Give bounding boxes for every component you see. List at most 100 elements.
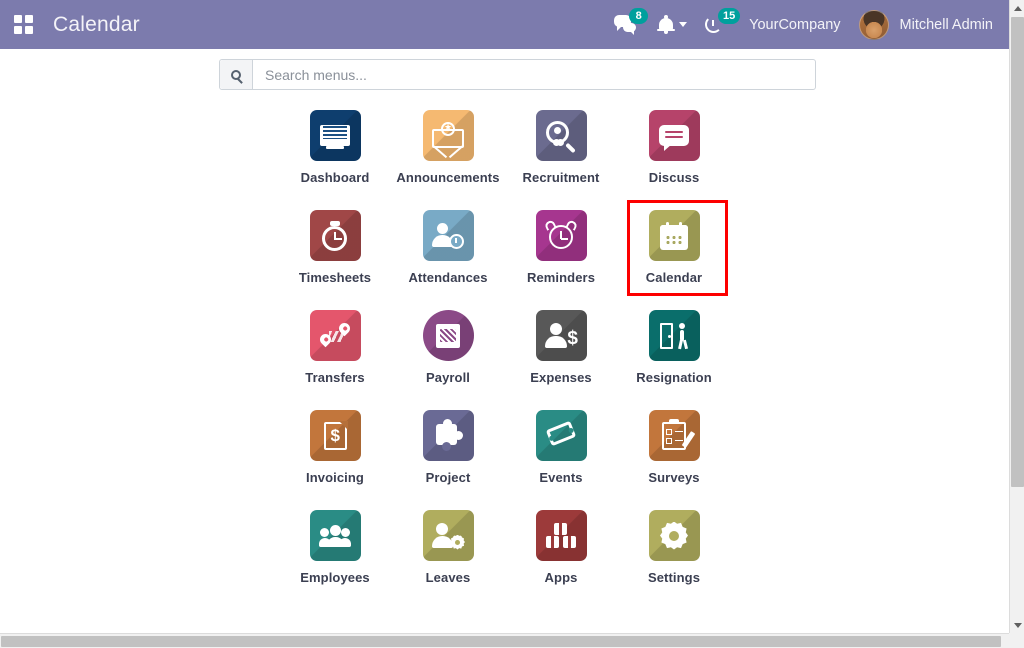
- vertical-scrollbar-thumb[interactable]: [1011, 17, 1024, 487]
- avatar: [858, 9, 889, 40]
- app-row: $ Invoicing Project Events Surveys: [0, 404, 1009, 485]
- people-group-icon: [319, 524, 351, 547]
- app-label: Calendar: [645, 270, 703, 285]
- app-tile-announcements[interactable]: Announcements: [392, 104, 505, 185]
- app-icon-background: [309, 310, 361, 361]
- envelope-medal-icon: [432, 121, 464, 158]
- app-icon-background: [648, 210, 700, 261]
- app-icon-background: [422, 410, 474, 461]
- person-clock-icon: [432, 222, 464, 249]
- app-tile-calendar[interactable]: Calendar: [618, 200, 731, 296]
- map-pins-icon: [317, 320, 353, 349]
- app-tile-attendances[interactable]: Attendances: [392, 204, 505, 285]
- notifications-menu[interactable]: [649, 0, 696, 49]
- odoo-app-launcher-window: Calendar 8 15 YourCompany Mitchell Admin…: [0, 0, 1024, 648]
- app-tile-invoicing[interactable]: $ Invoicing: [279, 404, 392, 485]
- app-icon-background: [535, 410, 587, 461]
- app-tile-resignation[interactable]: Resignation: [618, 304, 731, 385]
- app-tile-payroll[interactable]: Payroll: [392, 304, 505, 385]
- search-input[interactable]: [253, 60, 815, 89]
- app-tile-dashboard[interactable]: Dashboard: [279, 104, 392, 185]
- scrollbar-corner: [1009, 633, 1024, 648]
- app-icon-background: [648, 310, 700, 361]
- company-switcher[interactable]: YourCompany: [731, 17, 854, 33]
- alarm-clock-icon: [543, 219, 579, 250]
- messages-menu[interactable]: 8: [605, 0, 649, 49]
- magnifier-user-icon: [546, 120, 576, 153]
- app-icon-background: [309, 110, 361, 161]
- app-label: Attendances: [408, 270, 488, 285]
- app-tile-project[interactable]: Project: [392, 404, 505, 485]
- stopwatch-icon: [321, 220, 349, 251]
- horizontal-scrollbar-thumb[interactable]: [1, 636, 1001, 647]
- app-tile-settings[interactable]: Settings: [618, 504, 731, 585]
- apps-grid-icon[interactable]: [14, 15, 33, 34]
- app-tile-surveys[interactable]: Surveys: [618, 404, 731, 485]
- app-label: Apps: [544, 570, 578, 585]
- app-label: Payroll: [425, 370, 471, 385]
- messages-badge: 8: [629, 8, 649, 24]
- boxes-icon: [546, 522, 576, 549]
- app-tile-timesheets[interactable]: Timesheets: [279, 204, 392, 285]
- search-menus-bar[interactable]: [219, 59, 816, 90]
- app-icon-background: $: [535, 310, 587, 361]
- app-label: Announcements: [396, 170, 500, 185]
- app-icon-background: $: [309, 410, 361, 461]
- vertical-scrollbar[interactable]: [1009, 0, 1024, 633]
- app-label: Reminders: [526, 270, 596, 285]
- app-tile-employees[interactable]: Employees: [279, 504, 392, 585]
- app-icon-background: [309, 210, 361, 261]
- user-menu[interactable]: Mitchell Admin: [855, 9, 993, 40]
- horizontal-scrollbar[interactable]: [0, 633, 1009, 648]
- activities-badge: 15: [718, 8, 741, 24]
- person-gear-icon: [432, 522, 465, 550]
- chevron-down-icon: [679, 22, 688, 27]
- app-label: Invoicing: [306, 470, 364, 485]
- app-icon-background: [422, 310, 474, 361]
- person-dollar-icon: $: [545, 323, 578, 348]
- app-tile-discuss[interactable]: Discuss: [618, 104, 731, 185]
- puzzle-piece-icon: [434, 418, 463, 451]
- clipboard-pencil-icon: [662, 418, 696, 450]
- activities-menu[interactable]: 15: [696, 0, 741, 49]
- app-tile-leaves[interactable]: Leaves: [392, 504, 505, 585]
- app-icon-background: [422, 110, 474, 161]
- top-navbar: Calendar 8 15 YourCompany Mitchell Admin: [0, 0, 1009, 49]
- app-icon-background: [648, 410, 700, 461]
- monitor-icon: [320, 123, 350, 149]
- app-label: Surveys: [648, 470, 700, 485]
- scroll-up-arrow[interactable]: [1010, 0, 1024, 16]
- app-icon-background: [648, 510, 700, 561]
- gear-icon: [660, 521, 688, 550]
- navbar-left: Calendar: [0, 13, 140, 37]
- app-label: Events: [539, 470, 583, 485]
- app-icon-background: [535, 510, 587, 561]
- navbar-right: 8 15 YourCompany Mitchell Admin: [605, 0, 1009, 49]
- app-label: Recruitment: [522, 170, 600, 185]
- user-name-label: Mitchell Admin: [899, 16, 993, 33]
- app-label: Transfers: [305, 370, 365, 385]
- app-label: Settings: [647, 570, 701, 585]
- app-icon-background: [309, 510, 361, 561]
- scroll-down-arrow[interactable]: [1010, 617, 1024, 633]
- app-tile-events[interactable]: Events: [505, 404, 618, 485]
- app-icon-background: [648, 110, 700, 161]
- app-label: Employees: [300, 570, 370, 585]
- app-row: Transfers Payroll $ Expenses Resignation: [0, 304, 1009, 385]
- app-label: Discuss: [648, 170, 700, 185]
- app-tile-expenses[interactable]: $ Expenses: [505, 304, 618, 385]
- app-icon-background: [422, 210, 474, 261]
- app-tile-transfers[interactable]: Transfers: [279, 304, 392, 385]
- search-icon-addon: [220, 60, 253, 89]
- app-tile-recruitment[interactable]: Recruitment: [505, 104, 618, 185]
- app-row: Dashboard Announcements Recruitment Discuss: [0, 104, 1009, 185]
- speech-bubble-icon: [659, 124, 689, 151]
- app-tile-reminders[interactable]: Reminders: [505, 204, 618, 285]
- app-label: Timesheets: [298, 270, 372, 285]
- app-row: Employees Leaves Apps Settings: [0, 504, 1009, 585]
- app-tile-apps[interactable]: Apps: [505, 504, 618, 585]
- invoice-doc-icon: $: [323, 420, 348, 450]
- app-label: Resignation: [636, 370, 712, 385]
- ticket-icon: [545, 420, 577, 449]
- app-label: Leaves: [425, 570, 471, 585]
